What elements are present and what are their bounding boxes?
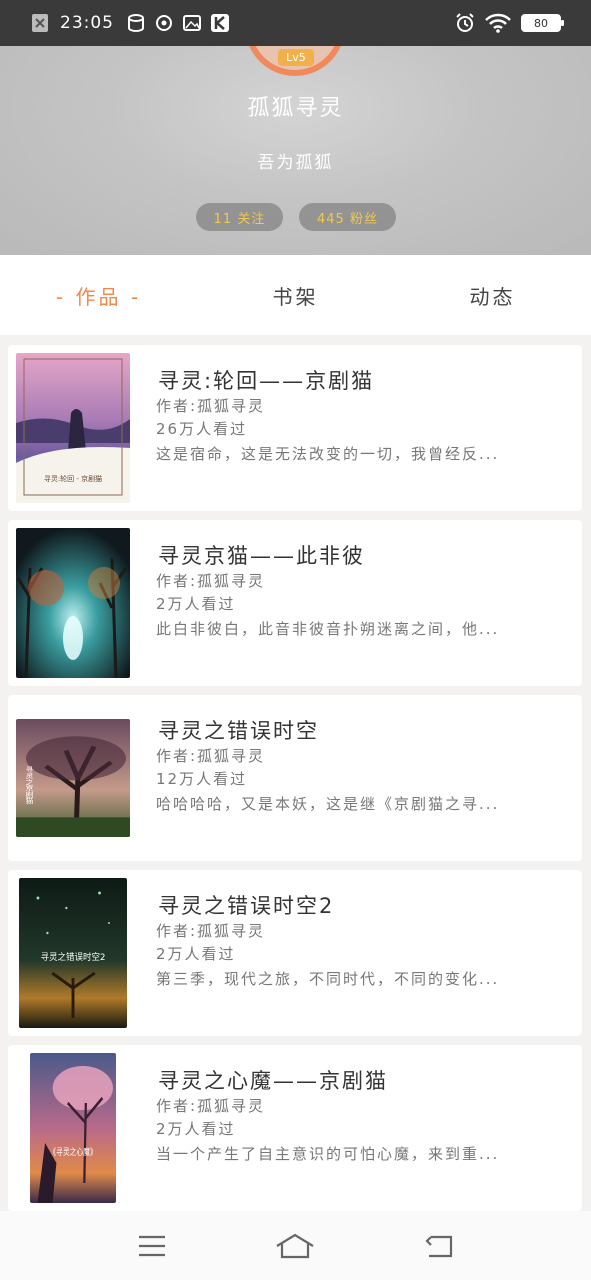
book-title: 寻灵京猫——此非彼 [158, 544, 365, 568]
username: 孤狐寻灵 [247, 96, 344, 121]
back-button[interactable] [409, 1226, 469, 1266]
wifi-icon [485, 13, 511, 33]
book-cover: 寻灵:轮回 - 京剧猫 [16, 353, 130, 503]
profile-header: Lv5 孤狐寻灵 吾为孤狐 11 关注 445 粉丝 [0, 46, 591, 255]
book-card[interactable]: 寻灵:轮回 - 京剧猫 寻灵:轮回——京剧猫 作者:孤狐寻灵 26万人看过 这是… [8, 345, 582, 511]
cover-title: 寻灵:轮回 - 京剧猫 [44, 474, 102, 483]
book-views: 26万人看过 [156, 420, 248, 438]
book-cover: 寻灵之错误时空2 [16, 878, 130, 1028]
book-card[interactable]: 寻灵京猫——此非彼 作者:孤狐寻灵 2万人看过 此白非彼白，此音非彼音扑朔迷离之… [8, 520, 582, 686]
book-author: 作者:孤狐寻灵 [156, 572, 266, 590]
cover-title: 寻灵之错误时空2 [41, 951, 106, 963]
book-author: 作者:孤狐寻灵 [156, 747, 266, 765]
book-author: 作者:孤狐寻灵 [156, 922, 266, 940]
book-description: 当一个产生了自主意识的可怕心魔，来到重... [156, 1145, 500, 1163]
book-title: 寻灵:轮回——京剧猫 [158, 369, 375, 393]
book-description: 第三季，现代之旅，不同时代，不同的变化... [156, 970, 500, 988]
book-views: 2万人看过 [156, 1120, 236, 1138]
battery-icon: 80 [521, 14, 564, 32]
cover-title: 《寻灵之心魔》 [49, 1146, 97, 1157]
book-cover: 《寻灵之心魔》 [16, 1053, 130, 1203]
menu-button[interactable] [122, 1226, 182, 1266]
level-badge: Lv5 [278, 49, 314, 66]
book-card[interactable]: 《寻灵之心魔》 寻灵之心魔——京剧猫 作者:孤狐寻灵 2万人看过 当一个产生了自… [8, 1045, 582, 1211]
fans-count-button[interactable]: 445 粉丝 [299, 203, 396, 231]
book-card[interactable]: 寻灵之京剧猫 寻灵之错误时空 作者:孤狐寻灵 12万人看过 哈哈哈哈，又是本妖，… [8, 695, 582, 861]
book-description: 这是宿命，这是无法改变的一切，我曾经反... [156, 445, 500, 463]
database-icon [126, 13, 146, 33]
back-icon [425, 1235, 453, 1257]
system-nav-bar [0, 1211, 591, 1280]
book-cover: 寻灵之京剧猫 [16, 703, 130, 853]
tab-bar: - 作品 - 书架 动态 [0, 255, 591, 335]
cover-title: 寻灵之京剧猫 [25, 766, 35, 805]
book-title: 寻灵之错误时空2 [158, 894, 335, 918]
tab-works[interactable]: - 作品 - [0, 281, 197, 310]
book-cover [16, 528, 130, 678]
k-app-icon [210, 13, 230, 33]
status-bar: 23:05 80 [0, 0, 591, 46]
bio: 吾为孤狐 [257, 153, 334, 173]
image-icon [182, 13, 202, 33]
sync-icon [154, 13, 174, 33]
book-author: 作者:孤狐寻灵 [156, 1097, 266, 1115]
book-views: 2万人看过 [156, 595, 236, 613]
clock: 23:05 [60, 13, 114, 33]
book-list: 寻灵:轮回 - 京剧猫 寻灵:轮回——京剧猫 作者:孤狐寻灵 26万人看过 这是… [8, 345, 582, 1220]
menu-icon [138, 1235, 165, 1256]
close-notification-icon [30, 13, 50, 33]
follow-count-button[interactable]: 11 关注 [196, 203, 283, 231]
book-title: 寻灵之错误时空 [158, 719, 319, 743]
tab-activity[interactable]: 动态 [394, 281, 591, 310]
book-description: 此白非彼白，此音非彼音扑朔迷离之间，他... [156, 620, 500, 638]
tab-bookshelf[interactable]: 书架 [197, 281, 394, 310]
book-views: 2万人看过 [156, 945, 236, 963]
book-card[interactable]: 寻灵之错误时空2 寻灵之错误时空2 作者:孤狐寻灵 2万人看过 第三季，现代之旅… [8, 870, 582, 1036]
home-icon [276, 1233, 315, 1258]
book-views: 12万人看过 [156, 770, 248, 788]
book-author: 作者:孤狐寻灵 [156, 397, 266, 415]
home-button[interactable] [265, 1226, 325, 1266]
book-description: 哈哈哈哈，又是本妖，这是继《京剧猫之寻... [156, 795, 500, 813]
alarm-icon [455, 13, 475, 33]
book-title: 寻灵之心魔——京剧猫 [158, 1069, 388, 1093]
